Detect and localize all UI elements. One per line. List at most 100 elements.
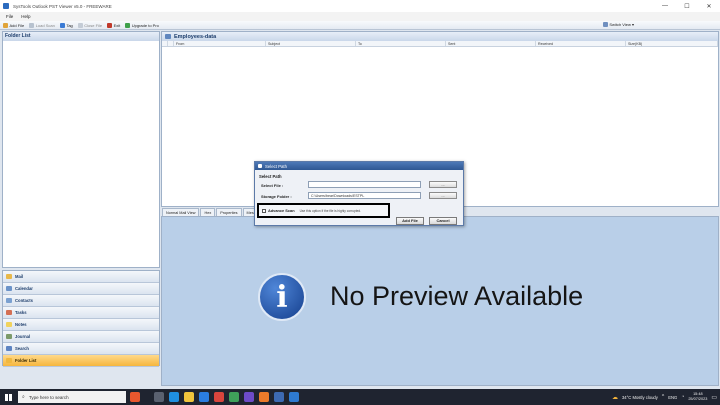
col-header-sent[interactable]: Sent: [446, 41, 536, 46]
browser-icon[interactable]: [289, 392, 299, 402]
windows-logo-icon: [4, 393, 12, 401]
dialog-title-bar: Select Path: [255, 162, 463, 170]
pst-viewer-taskbar-icon[interactable]: [274, 392, 284, 402]
nav-item-label: Tasks: [15, 310, 27, 315]
spotify-icon[interactable]: [229, 392, 239, 402]
chrome-icon[interactable]: [214, 392, 224, 402]
nav-item-calendar[interactable]: Calendar: [3, 283, 159, 295]
col-header-size[interactable]: Size(KB): [626, 41, 718, 46]
add-file-icon: [3, 22, 8, 28]
close-button[interactable]: ✕: [698, 0, 720, 12]
nav-item-journal[interactable]: Journal: [3, 331, 159, 343]
start-button[interactable]: [0, 389, 16, 405]
weather-text[interactable]: 34°C Mostly cloudy: [622, 395, 658, 400]
info-icon: i: [258, 273, 306, 321]
maximize-button[interactable]: ☐: [676, 0, 698, 12]
add-file-button[interactable]: Add File: [3, 22, 25, 28]
network-icon[interactable]: ◔: [681, 394, 684, 400]
nav-item-label: Calendar: [15, 286, 33, 291]
toolbar: Add File Load Scan Tag Close File Exit U…: [0, 21, 720, 30]
add-file-label: Add File: [9, 22, 25, 28]
mail-app-icon[interactable]: [199, 392, 209, 402]
system-tray: ☁ 34°C Mostly cloudy ^ ENG ◔ 15:48 25/07…: [612, 389, 717, 405]
search-icon: [6, 346, 12, 351]
nav-item-label: Contacts: [15, 298, 33, 303]
language-indicator[interactable]: ENG: [668, 395, 677, 400]
tray-chevron-icon[interactable]: ^: [662, 394, 664, 400]
advance-scan-hint: Use this option if the file is highly co…: [299, 208, 362, 213]
advance-scan-checkbox[interactable]: [262, 208, 266, 213]
nav-item-tasks[interactable]: Tasks: [3, 307, 159, 319]
upgrade-button[interactable]: Upgrade to Pro: [125, 22, 159, 28]
exit-label: Exit: [113, 22, 121, 28]
nav-item-contacts[interactable]: Contacts: [3, 295, 159, 307]
col-header-to[interactable]: To: [356, 41, 446, 46]
file-explorer-icon[interactable]: [184, 392, 194, 402]
switch-view-button[interactable]: Switch View ▾: [602, 22, 634, 27]
taskbar: ⌕ Type here to search ☁ 34°C Mostly clou…: [0, 389, 720, 405]
folder-list-title: Folder List: [3, 32, 159, 41]
col-header-from[interactable]: From: [174, 41, 266, 46]
switch-view-label: Switch View ▾: [609, 22, 634, 27]
folder-list-panel[interactable]: Folder List: [2, 31, 160, 268]
taskbar-search-box[interactable]: ⌕ Type here to search: [18, 391, 126, 403]
nav-item-mail[interactable]: Mail: [3, 271, 159, 283]
upgrade-icon: [125, 22, 131, 28]
col-header-received[interactable]: Received: [536, 41, 626, 46]
nav-item-label: Notes: [15, 322, 27, 327]
folder-icon: [6, 358, 12, 363]
nav-item-label: Folder List: [15, 358, 37, 363]
add-file-dialog-button[interactable]: Add File: [396, 217, 424, 225]
select-file-input[interactable]: [308, 181, 421, 188]
menu-help[interactable]: Help: [21, 14, 30, 19]
tab-properties[interactable]: Properties: [216, 208, 242, 216]
pst-file-icon: [165, 34, 171, 39]
grid-header: Employees-data: [162, 32, 718, 41]
storage-folder-browse-button[interactable]: ...: [429, 192, 457, 199]
load-scan-button[interactable]: Load Scan: [29, 22, 55, 28]
storage-folder-label: Storage Folder :: [261, 194, 292, 199]
storage-folder-input[interactable]: C:\Users\bear\Downloads\ESTPL: [308, 192, 421, 199]
minimize-button[interactable]: —: [654, 0, 676, 12]
close-file-icon: [77, 22, 83, 28]
close-file-button[interactable]: Close File: [77, 22, 103, 28]
edge-icon[interactable]: [169, 392, 179, 402]
no-preview-message: No Preview Available: [330, 281, 584, 311]
nav-item-search[interactable]: Search: [3, 343, 159, 355]
grid-title: Employees-data: [174, 33, 217, 40]
tasks-icon: [6, 310, 12, 315]
column-header-row: From Subject To Sent Received Size(KB): [162, 41, 718, 47]
load-scan-icon: [29, 22, 35, 28]
cancel-button[interactable]: Cancel: [429, 217, 457, 225]
nav-item-notes[interactable]: Notes: [3, 319, 159, 331]
exit-button[interactable]: Exit: [107, 22, 121, 28]
select-file-browse-button[interactable]: ...: [429, 181, 457, 188]
dialog-title: Select Path: [265, 163, 287, 169]
contacts-icon: [6, 298, 12, 303]
app-icon[interactable]: [244, 392, 254, 402]
tag-icon: [59, 22, 65, 28]
tag-button[interactable]: Tag: [59, 22, 73, 28]
advance-scan-option[interactable]: Advance Scan Use this option if the file…: [257, 203, 390, 218]
notification-icon[interactable]: ▭: [711, 394, 717, 401]
nav-item-label: Journal: [15, 334, 31, 339]
tab-hex[interactable]: Hex: [200, 208, 216, 216]
notes-icon: [6, 322, 12, 327]
mail-icon: [6, 274, 12, 279]
nav-item-folder-list[interactable]: Folder List: [3, 355, 159, 367]
exit-icon: [107, 22, 113, 28]
preview-pane: i No Preview Available: [161, 216, 719, 386]
clock[interactable]: 15:48 25/07/2023: [688, 392, 707, 402]
search-highlight-icon[interactable]: [130, 392, 140, 402]
search-icon: ⌕: [22, 394, 25, 400]
firefox-icon[interactable]: [259, 392, 269, 402]
app-icon: [3, 3, 9, 9]
window-title: SysTools Outlook PST Viewer v5.0 - FREEW…: [13, 3, 112, 9]
advance-scan-label: Advance Scan: [268, 208, 295, 213]
col-header-subject[interactable]: Subject: [266, 41, 356, 46]
menu-file[interactable]: File: [6, 14, 13, 19]
weather-icon: ☁: [611, 394, 618, 401]
task-view-icon[interactable]: [154, 392, 164, 402]
tab-normal-mail-view[interactable]: Normal Mail View: [162, 208, 200, 216]
close-file-label: Close File: [84, 22, 103, 28]
